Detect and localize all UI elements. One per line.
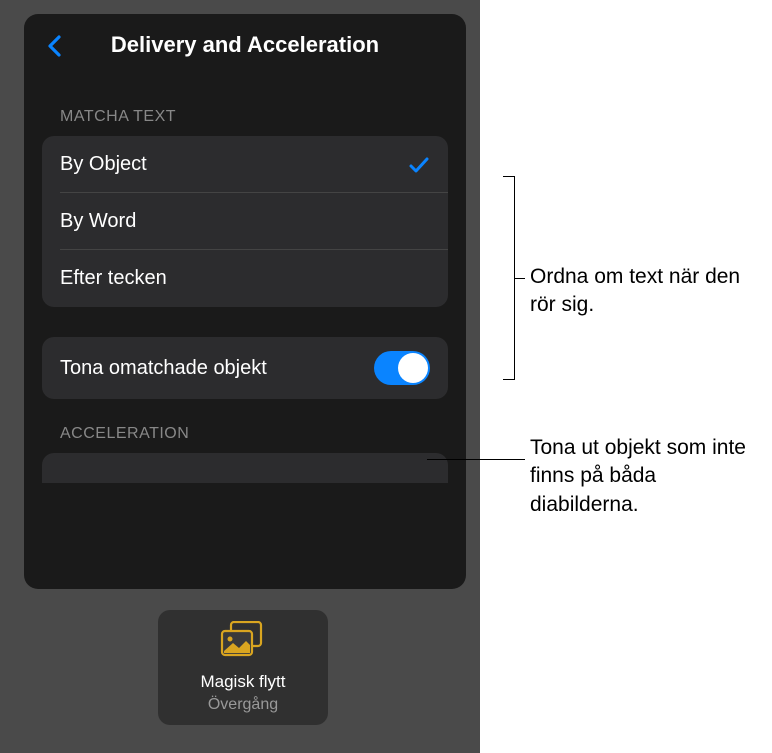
chip-title: Magisk flytt: [200, 672, 285, 692]
toggle-knob: [398, 353, 428, 383]
fade-unmatched-row: Tona omatchade objekt: [42, 337, 448, 399]
checkmark-icon: [408, 154, 430, 176]
match-text-list: By Object By Word Efter tecken: [42, 136, 448, 307]
list-item-label: By Word: [60, 210, 136, 233]
back-chevron-icon[interactable]: [46, 34, 62, 63]
annotation-text: Tona ut objekt som inte finns på båda di…: [530, 434, 760, 519]
toggle-label: Tona omatchade objekt: [60, 355, 374, 381]
chip-subtitle: Övergång: [208, 696, 278, 714]
list-item-label: Efter tecken: [60, 267, 167, 290]
section-header-acceleration: ACCELERATION: [60, 425, 448, 443]
callout-line: [427, 459, 525, 460]
popover-title: Delivery and Acceleration: [42, 32, 448, 58]
callout-bracket: [503, 176, 515, 380]
callout-line: [515, 278, 525, 279]
delivery-popover: Delivery and Acceleration MATCHA TEXT By…: [24, 14, 466, 589]
match-option-by-character[interactable]: Efter tecken: [42, 250, 448, 307]
annotation-text: Ordna om text när den rör sig.: [530, 263, 760, 320]
match-option-by-object[interactable]: By Object: [42, 136, 448, 193]
popover-header: Delivery and Acceleration: [42, 32, 448, 58]
magic-move-icon: [219, 621, 267, 662]
section-header-match-text: MATCHA TEXT: [60, 108, 448, 126]
fade-unmatched-toggle[interactable]: [374, 351, 430, 385]
popover-caret-icon: [231, 586, 259, 589]
transition-chip[interactable]: Magisk flytt Övergång: [158, 610, 328, 725]
list-item-label: By Object: [60, 153, 147, 176]
acceleration-list: [42, 453, 448, 483]
fade-unmatched-group: Tona omatchade objekt: [42, 337, 448, 399]
match-option-by-word[interactable]: By Word: [42, 193, 448, 250]
